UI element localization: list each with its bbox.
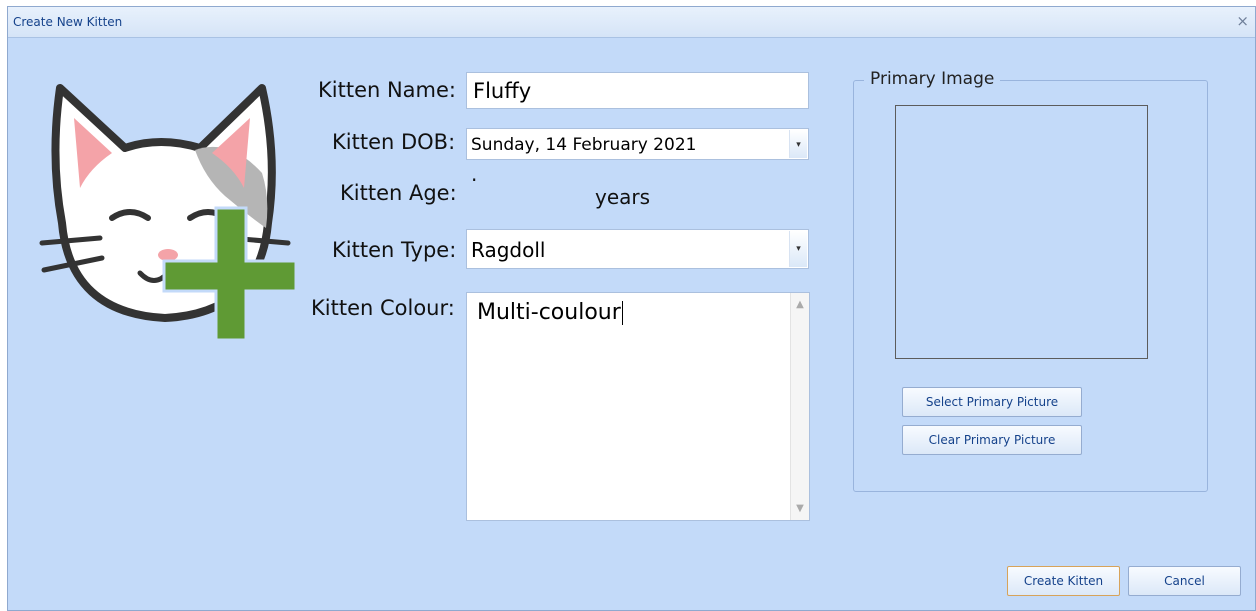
- kitten-age-unit: years: [595, 185, 651, 209]
- title-bar: Create New Kitten ×: [8, 7, 1255, 38]
- kitten-colour-label: Kitten Colour:: [311, 296, 455, 320]
- cancel-button[interactable]: Cancel: [1128, 566, 1241, 596]
- chevron-down-icon[interactable]: ▾: [789, 130, 807, 158]
- kitten-dob-picker[interactable]: Sunday, 14 February 2021 ▾: [466, 128, 809, 160]
- create-kitten-button[interactable]: Create Kitten: [1007, 566, 1120, 596]
- clear-primary-picture-button[interactable]: Clear Primary Picture: [902, 425, 1082, 455]
- primary-image-frame: [895, 105, 1148, 359]
- vertical-scrollbar[interactable]: ▲ ▼: [790, 293, 809, 520]
- kitten-type-select[interactable]: Ragdoll ▾: [466, 229, 809, 269]
- window-title: Create New Kitten: [13, 15, 123, 29]
- kitten-age-value: .: [471, 162, 478, 186]
- kitten-colour-value: Multi-coulour: [477, 300, 623, 325]
- scroll-up-icon[interactable]: ▲: [791, 299, 809, 310]
- kitten-name-value: Fluffy: [473, 79, 532, 103]
- kitten-dob-label: Kitten DOB:: [332, 130, 456, 154]
- kitten-type-value: Ragdoll: [471, 238, 546, 262]
- kitten-name-label: Kitten Name:: [318, 78, 457, 102]
- kitten-name-input[interactable]: Fluffy: [466, 72, 809, 109]
- close-icon[interactable]: ×: [1236, 12, 1249, 30]
- scroll-down-icon[interactable]: ▼: [791, 503, 809, 514]
- primary-image-group: Primary Image Select Primary Picture Cle…: [853, 69, 1208, 492]
- primary-image-title: Primary Image: [864, 69, 1001, 89]
- kitten-type-label: Kitten Type:: [332, 238, 457, 262]
- kitten-colour-textarea[interactable]: Multi-coulour ▲ ▼: [466, 292, 810, 521]
- kitten-age-label: Kitten Age:: [340, 181, 457, 205]
- select-primary-picture-button[interactable]: Select Primary Picture: [902, 387, 1082, 417]
- chevron-down-icon[interactable]: ▾: [789, 231, 807, 267]
- kitten-add-icon: [39, 84, 298, 342]
- kitten-dob-value: Sunday, 14 February 2021: [471, 135, 697, 155]
